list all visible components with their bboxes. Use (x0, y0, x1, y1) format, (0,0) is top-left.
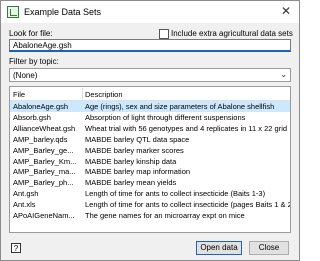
chart-icon (7, 6, 19, 18)
list-item[interactable]: Ant.gsh Length of time for ants to collec… (10, 188, 290, 199)
column-header-file[interactable]: File (13, 90, 25, 99)
list-item-description: MABDE barley mean yields (85, 178, 177, 188)
list-item-description: Wheat trial with 56 genotypes and 4 repl… (85, 123, 288, 133)
list-item-file: AMP_Barley_ph... (13, 178, 74, 188)
list-item-file: Ant.gsh (13, 189, 39, 199)
list-item-file: AllianceWheat.gsh (13, 123, 76, 133)
list-item[interactable]: AMP_Barley_ph... MABDE barley mean yields (10, 177, 290, 188)
chevron-down-icon: ⌄ (280, 70, 287, 79)
list-item[interactable]: AMP_Barley_ge... MABDE barley marker scor… (10, 145, 290, 156)
list-item-description: Length of time for ants to collect insec… (85, 189, 266, 199)
list-item-description: Age (rings), sex and size parameters of … (85, 102, 275, 111)
list-item[interactable]: APoAIGeneNam... The gene names for an mic… (10, 210, 290, 221)
list-item-description: Length of time for ants to collect insec… (85, 200, 290, 210)
list-item-description: MABDE barley map information (85, 167, 191, 177)
close-icon[interactable]: ✕ (281, 4, 291, 18)
list-item-file: AMP_Barley_ge... (13, 145, 74, 155)
list-item-description: MABDE barley kinship data (85, 156, 177, 166)
list-item-description: MABDE barley QTL data space (85, 134, 190, 144)
list-item-file: AbaloneAge.gsh (13, 102, 69, 111)
close-button[interactable]: Close (249, 241, 289, 255)
include-extra-checkbox[interactable] (159, 29, 169, 39)
list-item[interactable]: Absorb.gsh Absorption of light through di… (10, 112, 290, 123)
list-item-file: Absorb.gsh (13, 112, 51, 122)
list-item[interactable]: Ant.xls Length of time for ants to collec… (10, 199, 290, 210)
list-item-file: APoAIGeneNam... (13, 211, 75, 220)
open-data-button[interactable]: Open data (196, 241, 242, 255)
filter-by-topic-label: Filter by topic: (9, 57, 59, 66)
column-header-description[interactable]: Description (85, 90, 123, 99)
list-item-description: The gene names for an microarray expt on… (85, 211, 245, 220)
column-divider[interactable] (82, 88, 83, 99)
list-item[interactable]: AllianceWheat.gsh Wheat trial with 56 gen… (10, 123, 290, 134)
include-extra-label[interactable]: Include extra agricultural data sets (171, 29, 293, 38)
list-item-file: AMP_barley.qds (13, 134, 68, 144)
dialog-window: Example Data Sets ✕ Look for file: Inclu… (0, 0, 300, 261)
list-item[interactable]: AMP_barley.qds MABDE barley QTL data spac… (10, 134, 290, 145)
list-item-file: Ant.xls (13, 200, 36, 210)
list-item-file: AMP_Barley_ma... (13, 167, 76, 177)
list-item[interactable]: AbaloneAge.gsh Age (rings), sex and size … (10, 101, 290, 112)
window-title: Example Data Sets (24, 7, 102, 17)
look-for-file-label: Look for file: (9, 29, 53, 38)
list-header: File Description (10, 87, 290, 101)
list-item-file: AMP_Barley_Km... (13, 156, 77, 166)
list-item[interactable]: AMP_Barley_Km... MABDE barley kinship dat… (10, 156, 290, 167)
filter-selected-value: (None) (13, 71, 38, 80)
list-item[interactable]: AMP_Barley_ma... MABDE barley map informa… (10, 166, 290, 177)
data-set-list[interactable]: File Description AbaloneAge.gsh Age (ring… (9, 86, 291, 233)
list-item-description: MABDE barley marker scores (85, 145, 184, 155)
help-button[interactable]: ? (11, 243, 21, 253)
list-item-description: Absorption of light through different su… (85, 112, 246, 122)
filter-by-topic-select[interactable]: (None) ⌄ (9, 68, 291, 82)
title-bar[interactable]: Example Data Sets ✕ (1, 1, 299, 23)
look-for-file-input[interactable]: AbaloneAge.gsh (9, 39, 291, 52)
